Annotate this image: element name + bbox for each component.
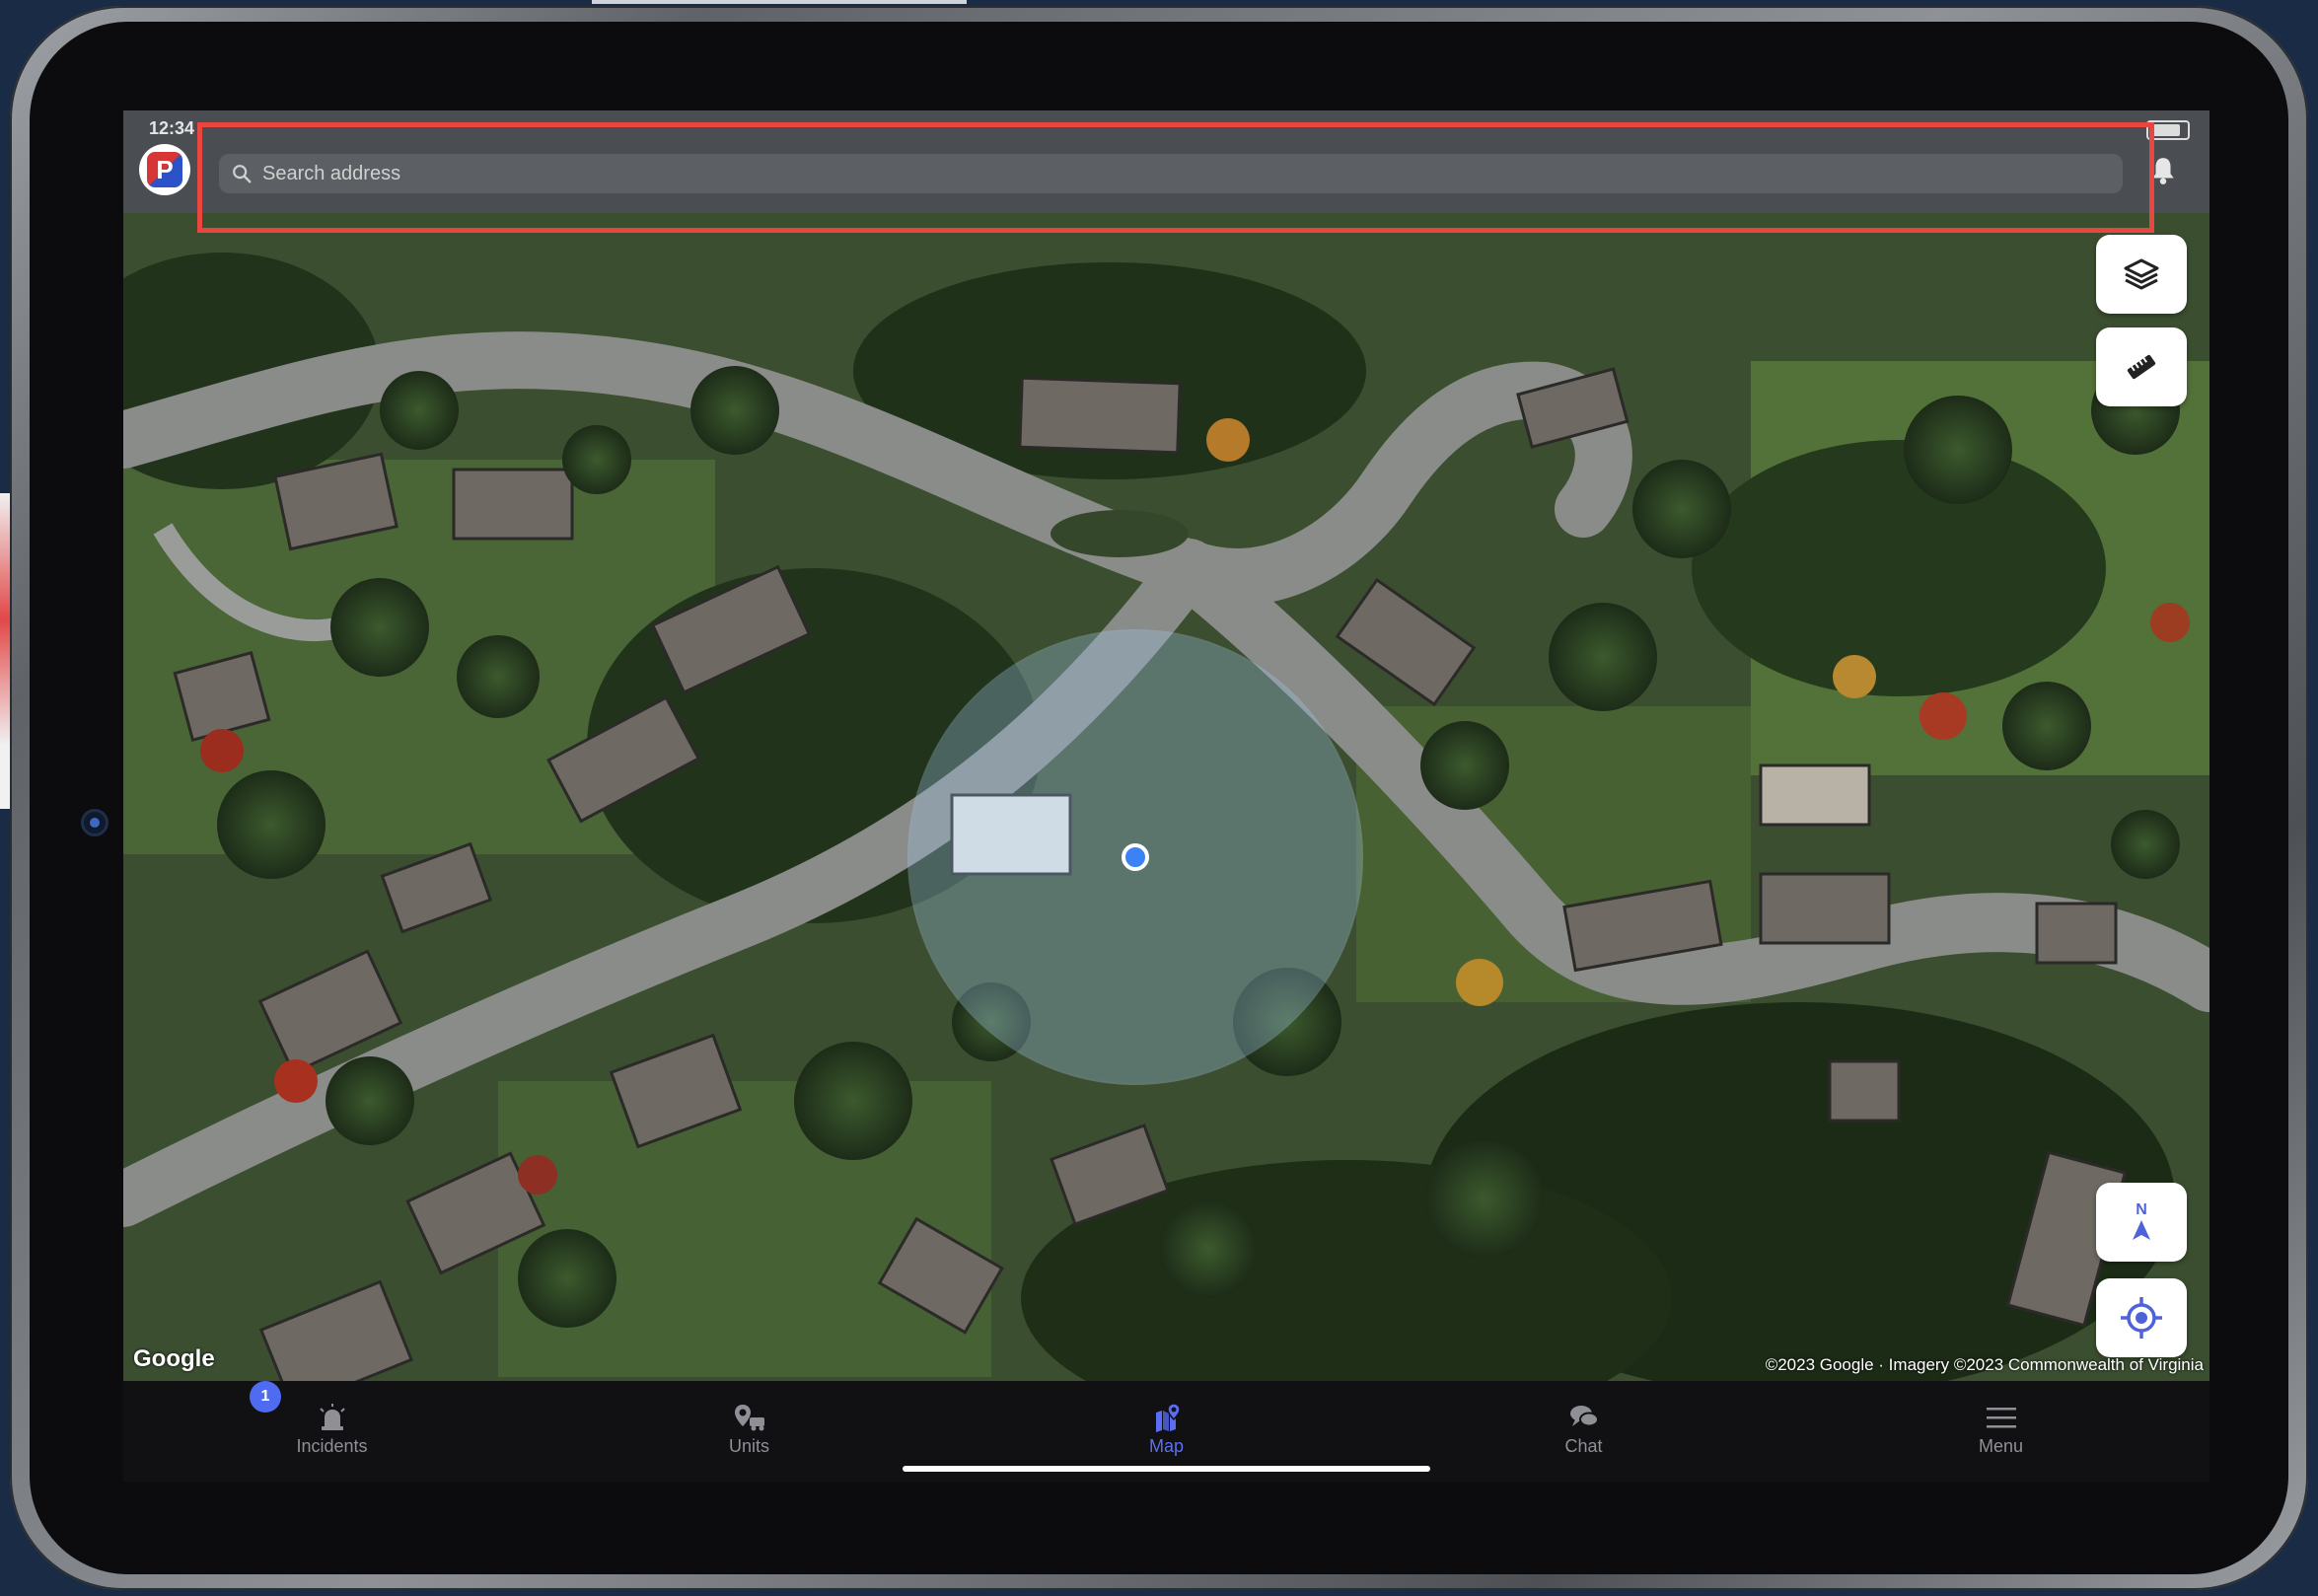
- units-icon: [734, 1405, 764, 1431]
- top-bar: 12:34 P: [123, 110, 2209, 213]
- layers-icon: [2124, 258, 2159, 290]
- battery-icon: [2146, 120, 2190, 140]
- incidents-badge: 1: [250, 1381, 281, 1413]
- app-logo-mark: P: [147, 152, 182, 187]
- tab-map-label: Map: [1148, 1436, 1184, 1456]
- map-copyright: ©2023 Google · Imagery ©2023 Commonwealt…: [1765, 1355, 2204, 1374]
- tab-menu[interactable]: Menu: [1792, 1381, 2209, 1482]
- app-screen: 12:34 P Search address N Google ©2023 Go…: [123, 110, 2209, 1482]
- compass-icon: N: [2131, 1202, 2152, 1242]
- crosshair-location-icon: [2121, 1297, 2162, 1339]
- ruler-icon: [2127, 354, 2156, 380]
- tab-incidents[interactable]: 1 Incidents: [123, 1381, 541, 1482]
- background-decoration-top: [592, 0, 967, 4]
- front-camera: [81, 809, 109, 836]
- satellite-map[interactable]: N Google ©2023 Google · Imagery ©2023 Co…: [123, 213, 2209, 1381]
- map-canvas[interactable]: [123, 213, 2209, 1381]
- map-pin-icon: [1155, 1403, 1181, 1432]
- bottom-tab-bar: 1 Incidents Units Map Chat Menu: [123, 1381, 2209, 1482]
- tab-units[interactable]: Units: [541, 1381, 958, 1482]
- bell-icon[interactable]: [2150, 156, 2176, 185]
- tab-chat-label: Chat: [1564, 1436, 1603, 1456]
- map-layers-button[interactable]: [2096, 235, 2187, 314]
- search-icon: [233, 165, 252, 183]
- app-logo[interactable]: P: [139, 144, 190, 195]
- current-location-dot: [1122, 843, 1149, 871]
- compass-label: N: [2136, 1201, 2147, 1218]
- home-indicator[interactable]: [903, 1466, 1430, 1472]
- google-logo: Google: [133, 1345, 215, 1372]
- tab-units-label: Units: [728, 1436, 769, 1456]
- navigation-arrow-icon: [2133, 1220, 2150, 1240]
- status-time: 12:34: [149, 118, 195, 138]
- recenter-location-button[interactable]: [2096, 1278, 2187, 1357]
- hamburger-icon: [1986, 1408, 2016, 1428]
- measure-ruler-button[interactable]: [2096, 327, 2187, 406]
- tab-menu-label: Menu: [1978, 1436, 2024, 1456]
- search-input[interactable]: [260, 161, 2040, 186]
- siren-icon: [319, 1404, 345, 1430]
- search-bar[interactable]: [219, 154, 2123, 193]
- tab-chat[interactable]: Chat: [1375, 1381, 1792, 1482]
- compass-north-button[interactable]: N: [2096, 1183, 2187, 1262]
- chat-icon: [1569, 1406, 1599, 1427]
- tab-incidents-label: Incidents: [296, 1436, 368, 1456]
